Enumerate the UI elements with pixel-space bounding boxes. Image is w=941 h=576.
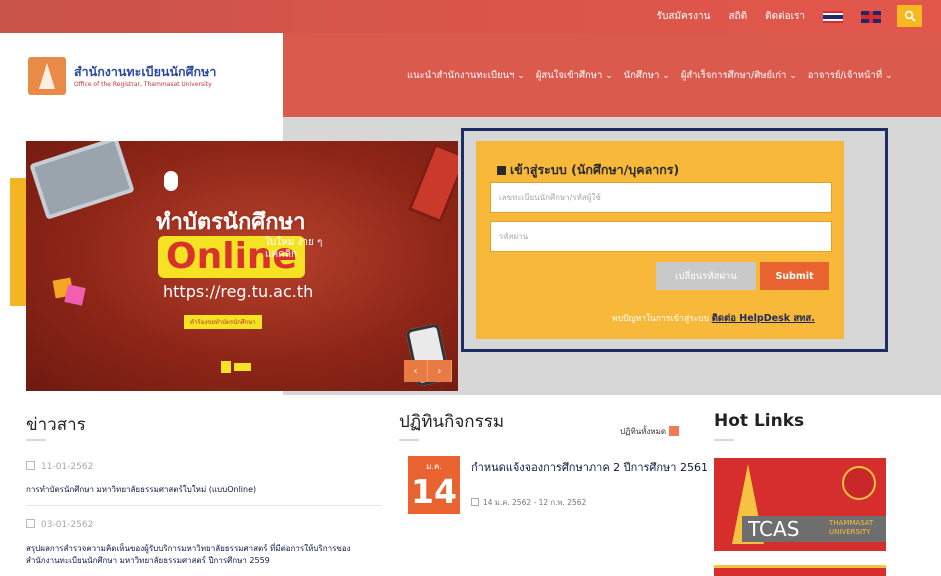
university-seal-icon <box>842 466 876 500</box>
main-nav: แนะนำสำนักงานทะเบียนฯ ผู้สนใจเข้าศึกษา น… <box>283 33 941 117</box>
lock-icon <box>497 166 506 175</box>
section-divider <box>714 439 734 441</box>
all-activities-link[interactable]: ปฏิทินทั้งหมด <box>620 424 680 438</box>
change-password-button[interactable]: เปลี่ยนรหัสผ่าน <box>656 262 756 290</box>
top-link-contact[interactable]: ติดต่อเรา <box>765 9 805 24</box>
nav-item-staff[interactable]: อาจารย์/เจ้าหน้าที่ <box>808 68 893 83</box>
news-date: 11-01-2562 <box>26 460 93 472</box>
sticky-note-illustration <box>64 284 86 306</box>
event-title-link[interactable]: กำหนดแจ้งจองการศึกษาภาค 2 ปีการศึกษา 256… <box>471 460 711 475</box>
slider-controls: ‹ › <box>404 360 452 382</box>
tcas-label: TCAS <box>748 517 800 541</box>
login-help: พบปัญหาในการเข้าสู่ระบบ ติดต่อ HelpDesk … <box>612 311 815 326</box>
section-divider <box>399 439 419 441</box>
thai-flag-icon[interactable] <box>823 10 843 23</box>
help-text: พบปัญหาในการเข้าสู่ระบบ <box>612 314 710 324</box>
banner-headline: ทำบัตรนักศึกษา <box>156 210 306 235</box>
username-input[interactable] <box>490 182 832 213</box>
banner-logos <box>221 361 251 375</box>
tcas-sublabel-line1: THAMMASAT <box>829 519 874 527</box>
search-icon <box>904 10 916 22</box>
news-date-text: 11-01-2562 <box>41 462 94 472</box>
laptop-illustration <box>29 141 135 220</box>
hotlink-banner-2[interactable] <box>714 565 886 576</box>
slider-prev-button[interactable]: ‹ <box>404 360 428 382</box>
hero-banner[interactable]: ทำบัตรนักศึกษา Online ใบใหม่ ง่าย ๆ แค่ค… <box>26 141 458 391</box>
banner-tag: คำร้องขอทำบัตรนักศึกษา <box>184 315 262 329</box>
banner-url: https://reg.tu.ac.th <box>163 282 314 301</box>
nav-item-about[interactable]: แนะนำสำนักงานทะเบียนฯ <box>407 68 525 83</box>
event-date-range: 14 ม.ค. 2562 - 12 ก.พ. 2562 <box>471 497 586 509</box>
calendar-icon <box>26 519 35 528</box>
top-link-jobs[interactable]: รับสมัครงาน <box>657 9 711 24</box>
login-title-text: เข้าสู่ระบบ (นักศึกษา/บุคลากร) <box>510 162 680 177</box>
event-range-text: 14 ม.ค. 2562 - 12 ก.พ. 2562 <box>483 498 587 507</box>
slider-next-button[interactable]: › <box>428 360 452 382</box>
search-button[interactable] <box>897 5 922 27</box>
news-title: ข่าวสาร <box>26 415 86 435</box>
news-date: 03-01-2562 <box>26 518 93 530</box>
site-title: สำนักงานทะเบียนนักศึกษา <box>74 64 217 79</box>
news-date-text: 03-01-2562 <box>41 520 94 530</box>
event-day: 14 <box>411 472 457 511</box>
nav-item-alumni[interactable]: ผู้สำเร็จการศึกษา/ศิษย์เก่า <box>681 68 797 83</box>
all-activities-label: ปฏิทินทั้งหมด <box>620 427 667 436</box>
nav-item-prospective[interactable]: ผู้สนใจเข้าศึกษา <box>536 68 613 83</box>
site-subtitle: Office of the Registrar, Thammasat Unive… <box>74 81 212 88</box>
top-links: รับสมัครงาน สถิติ ติดต่อเรา <box>657 9 881 24</box>
registrar-logo-icon <box>28 57 66 95</box>
password-input[interactable] <box>490 221 832 252</box>
tcas-sublabel: THAMMASAT UNIVERSITY <box>829 519 873 537</box>
top-bar: รับสมัครงาน สถิติ ติดต่อเรา <box>0 0 941 33</box>
page: รับสมัครงาน สถิติ ติดต่อเรา สำนักงานทะเบ… <box>0 0 941 576</box>
banner-tagline: ใบใหม่ ง่าย ๆ แค่คลิก <box>265 237 323 260</box>
section-divider <box>26 439 46 441</box>
activities-title: ปฏิทินกิจกรรม <box>399 412 505 432</box>
news-item-link[interactable]: การทำบัตรนักศึกษา มหาวิทยาลัยธรรมศาสตร์ใ… <box>26 484 382 496</box>
calendar-icon <box>471 498 479 506</box>
mouse-illustration <box>164 171 178 191</box>
helpdesk-link[interactable]: ติดต่อ HelpDesk สทส. <box>712 313 815 324</box>
university-logo-icon <box>221 361 251 373</box>
news-divider <box>26 505 382 506</box>
nav-item-students[interactable]: นักศึกษา <box>624 68 670 83</box>
tcas-banner-link[interactable]: TCAS THAMMASAT UNIVERSITY <box>714 458 886 551</box>
uk-flag-icon[interactable] <box>861 10 881 23</box>
news-item-link[interactable]: สรุปผลการสำรวจความคิดเห็นของผู้รับบริการ… <box>26 543 382 567</box>
hotlinks-title: Hot Links <box>714 411 805 431</box>
top-link-stats[interactable]: สถิติ <box>728 9 747 24</box>
calendar-icon <box>669 426 680 436</box>
event-date-badge: ม.ค. 14 <box>408 456 460 514</box>
event-month: ม.ค. <box>426 462 442 471</box>
submit-button[interactable]: Submit <box>760 262 829 290</box>
notebook-illustration <box>407 142 458 224</box>
login-title: เข้าสู่ระบบ (นักศึกษา/บุคลากร) <box>497 160 679 180</box>
calendar-icon <box>26 461 35 470</box>
logo-area[interactable]: สำนักงานทะเบียนนักศึกษา Office of the Re… <box>10 33 283 117</box>
tcas-sublabel-line2: UNIVERSITY <box>829 528 871 536</box>
